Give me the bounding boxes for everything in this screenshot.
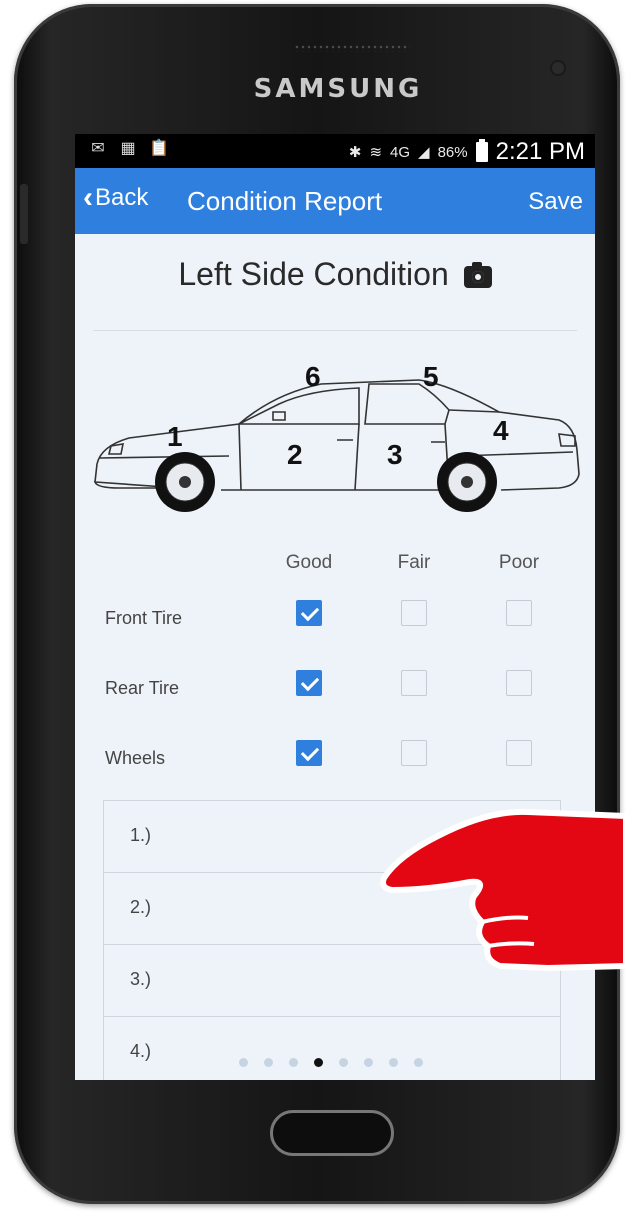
- brand-logo: SAMSUNG: [253, 74, 423, 104]
- marker-4[interactable]: 4: [493, 415, 509, 446]
- wheels-poor-checkbox[interactable]: [506, 740, 532, 766]
- divider: [93, 330, 577, 331]
- front-tire-poor-checkbox[interactable]: [506, 600, 532, 626]
- marker-1[interactable]: 1: [167, 421, 183, 452]
- marker-3[interactable]: 3: [387, 439, 403, 470]
- car-diagram[interactable]: 1 2 3 4 5 6: [89, 354, 583, 530]
- page-dot[interactable]: [289, 1058, 298, 1067]
- nav-bar: ‹ Back Condition Report Save: [75, 168, 595, 234]
- section-title: Left Side Condition: [75, 256, 595, 293]
- wheels-fair-checkbox[interactable]: [401, 740, 427, 766]
- marker-5[interactable]: 5: [423, 361, 439, 392]
- front-tire-good-checkbox[interactable]: [296, 600, 322, 626]
- marker-6[interactable]: 6: [305, 361, 321, 392]
- volume-button: [20, 184, 28, 244]
- battery-percent: 86%: [437, 143, 468, 161]
- row-label-front-tire: Front Tire: [105, 608, 183, 628]
- clipboard-icon: 📋: [149, 140, 169, 157]
- rear-tire-poor-checkbox[interactable]: [506, 670, 532, 696]
- row-label-rear-tire: Rear Tire: [105, 678, 180, 698]
- wheels-good-checkbox[interactable]: [296, 740, 322, 766]
- note-field-4[interactable]: 4.): [103, 1017, 561, 1080]
- status-bar: ✉ ▦ 📋 ✱ ≋ 4G ◢ 86% 2:21 PM: [75, 134, 595, 168]
- page-dot[interactable]: [239, 1058, 248, 1067]
- page-dot[interactable]: [364, 1058, 373, 1067]
- signal-icon: ◢: [418, 144, 430, 161]
- front-tire-fair-checkbox[interactable]: [401, 600, 427, 626]
- back-label: Back: [95, 184, 149, 211]
- wifi-icon: ≋: [369, 144, 383, 161]
- page-dot[interactable]: [339, 1058, 348, 1067]
- note-label: 4.): [130, 1041, 152, 1061]
- note-label: 2.): [130, 897, 152, 917]
- home-button[interactable]: [270, 1110, 394, 1156]
- pointing-hand-icon: [380, 808, 626, 971]
- back-button[interactable]: ‹ Back: [83, 181, 149, 214]
- page-dot[interactable]: [414, 1058, 423, 1067]
- network-type: 4G: [390, 143, 411, 161]
- page-title: Condition Report: [187, 186, 383, 216]
- rear-tire-fair-checkbox[interactable]: [401, 670, 427, 696]
- front-camera: [552, 62, 564, 74]
- page-dot[interactable]: [389, 1058, 398, 1067]
- row-label-wheels: Wheels: [105, 748, 166, 768]
- bluetooth-icon: ✱: [348, 144, 362, 161]
- column-poor: Poor: [498, 552, 540, 573]
- earpiece-grille: [294, 44, 410, 52]
- battery-icon: [475, 139, 488, 162]
- column-fair: Fair: [397, 552, 431, 573]
- chevron-left-icon: ‹: [83, 181, 93, 214]
- note-label: 1.): [130, 825, 152, 845]
- page-dot[interactable]: [264, 1058, 273, 1067]
- page-indicator: [239, 1058, 423, 1067]
- rear-tire-good-checkbox[interactable]: [296, 670, 322, 696]
- camera-icon[interactable]: [463, 262, 492, 288]
- marker-2[interactable]: 2: [287, 439, 303, 470]
- clock: 2:21 PM: [495, 138, 585, 165]
- save-button[interactable]: Save: [528, 188, 583, 216]
- page-dot[interactable]: [314, 1058, 323, 1067]
- email-notification-icon: ✉: [91, 140, 105, 157]
- column-good: Good: [285, 552, 333, 573]
- section-title-text: Left Side Condition: [178, 256, 449, 292]
- nfl-app-icon: ▦: [120, 140, 136, 157]
- note-label: 3.): [130, 969, 152, 989]
